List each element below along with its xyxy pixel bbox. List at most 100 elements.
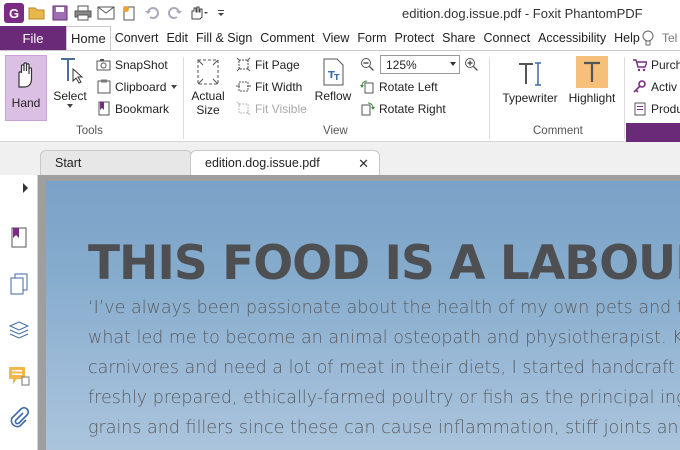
ribbon-separator — [183, 57, 184, 139]
clipboard-button[interactable]: Clipboard — [96, 79, 178, 94]
purchase-button[interactable]: Purch — [632, 57, 680, 72]
fit-width-button[interactable]: Fit Width — [236, 79, 302, 94]
rotate-left-icon — [360, 79, 375, 94]
page-headline: THIS FOOD IS A LABOUR O — [88, 236, 680, 291]
pdf-page[interactable]: THIS FOOD IS A LABOUR O ‘I’ve always bee… — [46, 181, 680, 450]
bookmarks-panel-icon[interactable] — [8, 227, 30, 249]
redo-icon[interactable] — [165, 3, 185, 23]
ribbon-tabs: Home Convert Edit Fill & Sign Comment Vi… — [66, 26, 644, 50]
tab-accessibility[interactable]: Accessibility — [534, 26, 610, 50]
zoom-in-icon — [464, 57, 479, 72]
expand-panel-icon[interactable] — [23, 183, 28, 193]
undo-icon[interactable] — [142, 3, 162, 23]
open-folder-icon[interactable] — [27, 3, 47, 23]
clipboard-label: Clipboard — [115, 79, 167, 94]
app-logo[interactable]: G — [4, 3, 24, 23]
tools-group-label: Tools — [76, 125, 103, 137]
fit-width-label: Fit Width — [255, 79, 303, 94]
tab-connect[interactable]: Connect — [480, 26, 535, 50]
body-line: grains and fillers since these can cause… — [88, 418, 680, 438]
select-dropdown-icon — [67, 104, 73, 108]
menu-bar: File Home Convert Edit Fill & Sign Comme… — [0, 26, 680, 50]
purchase-label: Purch — [651, 57, 680, 72]
fit-page-button[interactable]: Fit Page — [236, 57, 300, 72]
comments-panel-icon[interactable] — [8, 365, 30, 387]
zoom-level-select[interactable]: 125% — [380, 55, 460, 74]
hand-tool-dropdown-icon[interactable] — [188, 3, 208, 23]
highlight-icon — [576, 56, 608, 88]
fit-page-icon — [236, 57, 251, 72]
email-icon[interactable] — [96, 3, 116, 23]
actual-size-label-1: Actual — [191, 89, 225, 103]
customize-toolbar-icon[interactable] — [211, 3, 231, 23]
fit-page-label: Fit Page — [255, 57, 300, 72]
rotate-right-button[interactable]: Rotate Right — [360, 101, 446, 116]
tab-protect[interactable]: Protect — [391, 26, 439, 50]
typewriter-label: Typewriter — [502, 91, 558, 105]
tab-view[interactable]: View — [318, 26, 353, 50]
hand-tool-button[interactable]: Hand — [5, 55, 47, 121]
window-title: edition.dog.issue.pdf - Foxit PhantomPDF — [402, 6, 643, 21]
fit-visible-label: Fit Visible — [255, 101, 307, 116]
actual-size-button[interactable]: Actual Size — [190, 57, 226, 117]
zoom-in-button[interactable] — [464, 57, 479, 72]
cart-icon — [632, 57, 647, 72]
document-tab-label: edition.dog.issue.pdf — [205, 156, 320, 170]
rotate-left-button[interactable]: Rotate Left — [360, 79, 438, 94]
zoom-out-button[interactable] — [360, 57, 375, 72]
zoom-out-icon — [360, 57, 375, 72]
tab-document[interactable]: edition.dog.issue.pdf ✕ — [190, 150, 380, 175]
highlight-label: Highlight — [568, 91, 616, 105]
activate-label: Activ — [651, 79, 678, 94]
fit-visible-icon — [236, 101, 251, 116]
bookmark-button[interactable]: Bookmark — [96, 101, 169, 116]
save-icon[interactable] — [50, 3, 70, 23]
snapshot-label: SnapShot — [115, 57, 168, 72]
snapshot-button[interactable]: SnapShot — [96, 57, 168, 72]
fit-visible-button[interactable]: Fit Visible — [236, 101, 307, 116]
print-icon[interactable] — [73, 3, 93, 23]
tab-form[interactable]: Form — [353, 26, 390, 50]
rotate-left-label: Rotate Left — [379, 79, 438, 94]
tab-edit[interactable]: Edit — [162, 26, 192, 50]
close-tab-icon[interactable]: ✕ — [358, 156, 369, 172]
product-button[interactable]: Produ — [632, 101, 680, 116]
bookmark-icon — [96, 101, 111, 116]
document-view[interactable]: THIS FOOD IS A LABOUR O ‘I’ve always bee… — [38, 175, 680, 450]
reflow-button[interactable]: T T Reflow — [312, 57, 354, 103]
tell-me-search[interactable]: Tel — [662, 31, 677, 45]
zoom-dropdown-icon — [450, 62, 456, 66]
quick-access-toolbar: G — [4, 2, 231, 24]
tab-help[interactable]: Help — [610, 26, 644, 50]
attachments-panel-icon[interactable] — [8, 407, 30, 429]
ribbon-separator — [624, 57, 625, 139]
bookmark-label: Bookmark — [115, 101, 170, 116]
rotate-right-icon — [360, 101, 375, 116]
tab-fill-sign[interactable]: Fill & Sign — [192, 26, 256, 50]
typewriter-button[interactable]: Typewriter — [498, 59, 562, 105]
title-bar: G edition.dog.issue.pdf - Foxit PhantomP… — [0, 0, 680, 26]
tab-share[interactable]: Share — [438, 26, 479, 50]
lightbulb-icon[interactable] — [640, 29, 658, 47]
layers-panel-icon[interactable] — [8, 318, 30, 340]
body-line: freshly prepared, ethically-farmed poult… — [88, 388, 680, 408]
camera-icon — [96, 57, 111, 72]
new-document-icon[interactable] — [119, 3, 139, 23]
start-tab-label: Start — [55, 156, 82, 170]
highlight-button[interactable]: Highlight — [566, 55, 618, 105]
file-menu[interactable]: File — [0, 26, 66, 50]
fit-width-icon — [236, 79, 251, 94]
pages-panel-icon[interactable] — [8, 273, 30, 295]
navigation-panel — [0, 175, 38, 450]
activate-button[interactable]: Activ — [632, 79, 677, 94]
ribbon-separator — [489, 57, 490, 139]
body-line: ‘I’ve always been passionate about the h… — [88, 298, 680, 318]
tab-home[interactable]: Home — [66, 26, 111, 50]
clipboard-icon — [96, 79, 111, 94]
tab-convert[interactable]: Convert — [111, 26, 163, 50]
tab-start[interactable]: Start — [40, 150, 192, 175]
select-tool-button[interactable]: Select — [50, 55, 90, 109]
tab-comment[interactable]: Comment — [256, 26, 318, 50]
key-icon — [632, 79, 647, 94]
ribbon-home: Hand Select SnapShot Clipboard Bookmark … — [0, 50, 680, 142]
